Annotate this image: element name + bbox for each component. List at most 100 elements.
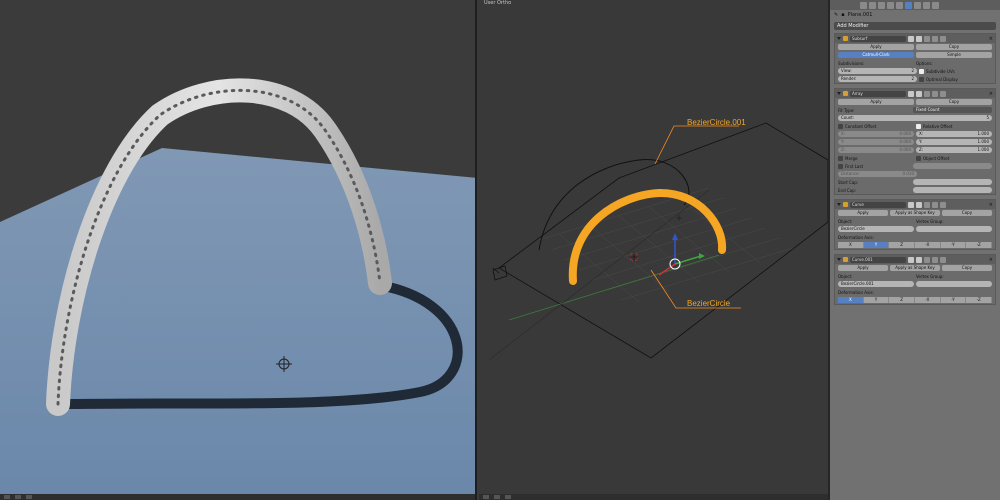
end-cap-field[interactable] bbox=[913, 187, 992, 193]
axis-neg-z-button[interactable]: -Z bbox=[966, 242, 993, 248]
annotation-bezier-circle-001: BezierCircle.001 bbox=[687, 118, 746, 127]
apply-as-shape-key-button[interactable]: Apply as Shape Key bbox=[890, 210, 940, 216]
render-levels-field[interactable]: Render: 2 bbox=[838, 76, 917, 82]
curve-object-field[interactable]: BezierCircle.001 bbox=[838, 281, 914, 287]
ortho-canvas: BezierCircle.001 BezierCircle bbox=[488, 118, 828, 361]
close-icon[interactable]: × bbox=[989, 91, 993, 97]
texture-tab-icon[interactable] bbox=[932, 1, 939, 9]
copy-button[interactable]: Copy bbox=[942, 265, 992, 271]
collapse-icon[interactable] bbox=[837, 203, 841, 206]
constant-offset-x-field[interactable]: X: 0.000 bbox=[838, 131, 914, 137]
axis-neg-y-button[interactable]: -Y bbox=[940, 242, 967, 248]
data-tab-icon[interactable] bbox=[914, 1, 921, 9]
axis-y-button[interactable]: Y bbox=[863, 297, 890, 303]
axis-y-button[interactable]: Y bbox=[863, 242, 890, 248]
render-toggle-icon[interactable] bbox=[908, 201, 914, 208]
close-icon[interactable]: × bbox=[989, 257, 993, 263]
start-cap-field[interactable] bbox=[913, 179, 992, 185]
render-viewport[interactable] bbox=[0, 0, 477, 500]
viewport-toggle-icon[interactable] bbox=[916, 35, 922, 42]
axis-neg-x-button[interactable]: -X bbox=[915, 242, 941, 248]
move-up-icon[interactable] bbox=[932, 256, 938, 263]
axis-neg-y-button[interactable]: -Y bbox=[940, 297, 967, 303]
constant-offset-z-field[interactable]: Z: 0.000 bbox=[838, 147, 914, 153]
first-last-checkbox[interactable]: First Last bbox=[838, 163, 911, 169]
material-tab-icon[interactable] bbox=[923, 1, 930, 9]
apply-button[interactable]: Apply bbox=[838, 44, 914, 50]
move-down-icon[interactable] bbox=[940, 35, 946, 42]
world-tab-icon[interactable] bbox=[878, 1, 885, 9]
relative-offset-y-field[interactable]: Y: 1.000 bbox=[916, 139, 992, 145]
vertex-group-field[interactable] bbox=[916, 281, 992, 287]
viewport-toggle-icon[interactable] bbox=[916, 90, 922, 97]
editmode-toggle-icon[interactable] bbox=[924, 256, 930, 263]
axis-x-button[interactable]: X bbox=[838, 242, 864, 248]
render-toggle-icon[interactable] bbox=[908, 90, 914, 97]
apply-button[interactable]: Apply bbox=[838, 210, 888, 216]
apply-button[interactable]: Apply bbox=[838, 265, 888, 271]
vertex-group-label: Vertex Group: bbox=[916, 273, 944, 279]
axis-z-button[interactable]: Z bbox=[889, 297, 916, 303]
add-modifier-dropdown[interactable]: Add Modifier bbox=[834, 22, 996, 30]
fit-type-select[interactable]: Fixed Count bbox=[913, 107, 992, 113]
apply-button[interactable]: Apply bbox=[838, 99, 914, 105]
move-up-icon[interactable] bbox=[932, 90, 938, 97]
plane-outline bbox=[498, 122, 828, 359]
modifier-name-field[interactable]: Subsurf bbox=[850, 35, 906, 42]
copy-button[interactable]: Copy bbox=[916, 99, 992, 105]
collapse-icon[interactable] bbox=[837, 92, 841, 95]
object-offset-field[interactable] bbox=[913, 163, 992, 169]
ortho-viewport[interactable]: User Ortho BezierCircle.001 BezierCircle bbox=[479, 0, 828, 500]
collapse-icon[interactable] bbox=[837, 258, 841, 261]
constraints-tab-icon[interactable] bbox=[896, 1, 903, 9]
object-tab-icon[interactable] bbox=[887, 1, 894, 9]
simple-button[interactable]: Simple bbox=[916, 52, 992, 58]
axis-x-button[interactable]: X bbox=[838, 297, 864, 303]
move-down-icon[interactable] bbox=[940, 90, 946, 97]
copy-button[interactable]: Copy bbox=[916, 44, 992, 50]
viewport-toggle-icon[interactable] bbox=[916, 256, 922, 263]
render-toggle-icon[interactable] bbox=[908, 35, 914, 42]
viewport-toggle-icon[interactable] bbox=[916, 201, 922, 208]
constant-offset-checkbox[interactable]: Constant Offset bbox=[838, 123, 914, 129]
count-field[interactable]: Count: 5 bbox=[838, 115, 992, 121]
axis-z-button[interactable]: Z bbox=[889, 242, 916, 248]
object-offset-checkbox[interactable]: Object Offset bbox=[916, 155, 992, 161]
pin-icon[interactable]: ✎ bbox=[834, 12, 838, 18]
move-down-icon[interactable] bbox=[940, 256, 946, 263]
close-icon[interactable]: × bbox=[989, 202, 993, 208]
modifier-name-field[interactable]: Curve.001 bbox=[850, 256, 906, 263]
editmode-toggle-icon[interactable] bbox=[924, 90, 930, 97]
axis-neg-z-button[interactable]: -Z bbox=[966, 297, 993, 303]
scene-tab-icon[interactable] bbox=[869, 1, 876, 9]
axis-neg-x-button[interactable]: -X bbox=[915, 297, 941, 303]
move-down-icon[interactable] bbox=[940, 201, 946, 208]
relative-offset-checkbox[interactable]: Relative Offset bbox=[916, 123, 992, 129]
catmull-clark-button[interactable]: Catmull-Clark bbox=[838, 52, 914, 58]
editmode-toggle-icon[interactable] bbox=[924, 35, 930, 42]
relative-offset-x-field[interactable]: X: 1.000 bbox=[916, 131, 992, 137]
subdivide-uvs-checkbox[interactable]: Subdivide UVs bbox=[919, 68, 992, 74]
render-tab-icon[interactable] bbox=[860, 1, 867, 9]
move-up-icon[interactable] bbox=[932, 201, 938, 208]
modifier-name-field[interactable]: Curve bbox=[850, 201, 906, 208]
editmode-toggle-icon[interactable] bbox=[924, 201, 930, 208]
copy-button[interactable]: Copy bbox=[942, 210, 992, 216]
render-toggle-icon[interactable] bbox=[908, 256, 914, 263]
constant-offset-y-field[interactable]: Y: 0.000 bbox=[838, 139, 914, 145]
optimal-display-checkbox[interactable]: Optimal Display bbox=[919, 76, 992, 82]
collapse-icon[interactable] bbox=[837, 37, 841, 40]
apply-as-shape-key-button[interactable]: Apply as Shape Key bbox=[890, 265, 940, 271]
merge-distance-field[interactable]: Distance: 0.010 bbox=[838, 171, 917, 177]
modifier-header: Array × bbox=[835, 89, 995, 98]
relative-offset-z-field[interactable]: Z: 1.000 bbox=[916, 147, 992, 153]
modifiers-tab-icon[interactable] bbox=[905, 1, 912, 9]
move-up-icon[interactable] bbox=[932, 35, 938, 42]
close-icon[interactable]: × bbox=[989, 36, 993, 42]
merge-checkbox[interactable]: Merge bbox=[838, 155, 914, 161]
camera-icon bbox=[492, 265, 508, 281]
modifier-name-field[interactable]: Array bbox=[850, 90, 906, 97]
curve-object-field[interactable]: BezierCircle bbox=[838, 226, 914, 232]
view-levels-field[interactable]: View: 2 bbox=[838, 68, 917, 74]
vertex-group-field[interactable] bbox=[916, 226, 992, 232]
